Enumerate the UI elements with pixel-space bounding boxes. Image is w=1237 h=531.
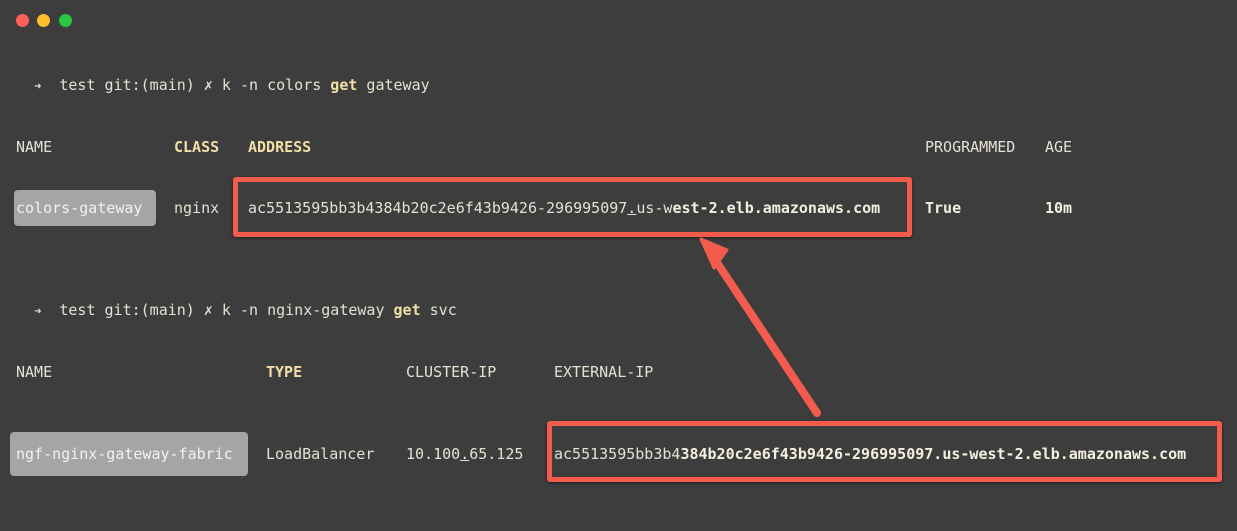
arrow-head <box>699 237 729 270</box>
arrow-shaft <box>706 248 821 417</box>
annotation-arrow <box>699 237 821 417</box>
arrow-icon <box>699 237 821 417</box>
